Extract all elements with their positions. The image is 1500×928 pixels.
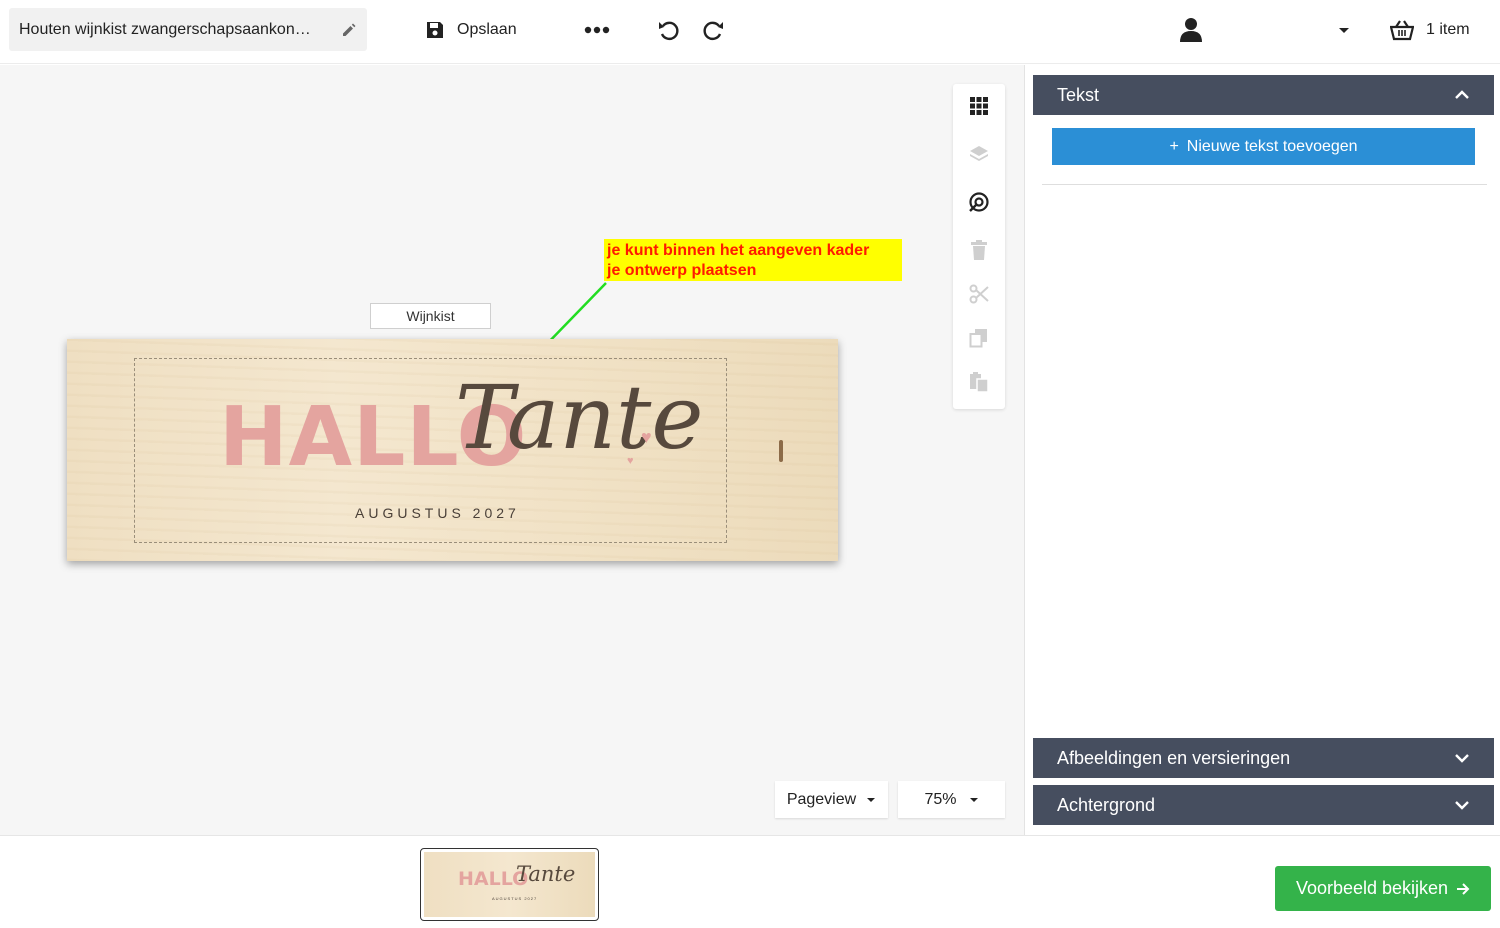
- heart-icon-small: ♥: [627, 455, 634, 467]
- preview-button[interactable]: Voorbeeld bekijken: [1275, 866, 1491, 911]
- caret-down-icon: [969, 797, 978, 802]
- layers-button[interactable]: [967, 142, 991, 166]
- cart-button[interactable]: 1 item: [1390, 14, 1470, 46]
- document-title-field[interactable]: Houten wijnkist zwangerschapsaankon…: [9, 8, 367, 51]
- more-options-button[interactable]: [582, 18, 612, 42]
- layers-icon: [970, 146, 988, 161]
- recenter-icon: [969, 192, 989, 212]
- cart-label: 1 item: [1426, 21, 1470, 38]
- caret-down-icon: [867, 797, 876, 802]
- section-label: Afbeeldingen en versieringen: [1057, 747, 1291, 768]
- paste-button[interactable]: [967, 370, 991, 394]
- preview-label: Voorbeeld bekijken: [1295, 878, 1449, 898]
- scissors-icon: [969, 284, 989, 304]
- arrow-right-icon: [1457, 882, 1470, 895]
- user-icon[interactable]: [1178, 16, 1204, 44]
- design-text-tante[interactable]: Tante: [455, 374, 703, 462]
- wood-knot: [779, 440, 783, 462]
- page-thumbnail[interactable]: HALLO Tante AUGUSTUS 2027: [420, 848, 599, 921]
- top-bar: Houten wijnkist zwangerschapsaankon… Ops…: [0, 0, 1500, 64]
- add-text-label: Nieuwe tekst toevoegen: [1186, 137, 1358, 155]
- section-header-tekst[interactable]: Tekst: [1033, 75, 1494, 115]
- caret-down-icon[interactable]: [1336, 22, 1352, 38]
- copy-icon: [969, 329, 987, 348]
- design-text-date[interactable]: AUGUSTUS 2027: [355, 505, 520, 521]
- grid-button[interactable]: [967, 94, 991, 118]
- annotation-line-1: je kunt binnen het aangeven kader: [607, 242, 870, 259]
- zoom-dropdown[interactable]: 75%: [898, 781, 1005, 818]
- recenter-button[interactable]: [967, 190, 991, 214]
- delete-button[interactable]: [967, 238, 991, 262]
- view-mode-label: Pageview: [786, 790, 857, 808]
- save-label: Opslaan: [457, 21, 517, 38]
- heart-icon: ♥: [641, 427, 652, 447]
- zoom-label: 75%: [924, 790, 957, 808]
- wine-box-board[interactable]: HALLO Tante ♥ ♥ AUGUSTUS 2027: [67, 339, 838, 561]
- canvas-toolbox: [953, 84, 1005, 409]
- grid-icon: [970, 97, 988, 115]
- basket-icon: [1390, 20, 1414, 41]
- properties-panel: Tekst + Nieuwe tekst toevoegen Afbeeldin…: [1024, 65, 1500, 835]
- bottom-bar: HALLO Tante AUGUSTUS 2027 Voorbeeld beki…: [0, 835, 1500, 928]
- view-mode-dropdown[interactable]: Pageview: [775, 781, 888, 818]
- document-title: Houten wijnkist zwangerschapsaankon…: [19, 20, 311, 38]
- section-header-achtergrond[interactable]: Achtergrond: [1033, 785, 1494, 825]
- thumbnail-text-tante: Tante: [516, 862, 576, 886]
- redo-icon[interactable]: [700, 17, 726, 43]
- chevron-down-icon: [1455, 801, 1469, 810]
- section-label: Tekst: [1057, 84, 1100, 105]
- product-label: Wijnkist: [370, 303, 491, 329]
- pencil-icon[interactable]: [341, 22, 357, 38]
- ellipsis-icon: [584, 26, 610, 34]
- paste-icon: [970, 372, 989, 392]
- add-text-button[interactable]: + Nieuwe tekst toevoegen: [1052, 128, 1475, 165]
- instruction-annotation: je kunt binnen het aangeven kader je ont…: [604, 239, 902, 281]
- annotation-line-2: je ontwerp plaatsen: [607, 262, 757, 279]
- chevron-down-icon: [1455, 754, 1469, 763]
- thumbnail-text-date: AUGUSTUS 2027: [492, 896, 538, 901]
- plus-icon: +: [1169, 137, 1179, 155]
- copy-button[interactable]: [967, 326, 991, 350]
- trash-icon: [971, 240, 987, 260]
- section-header-afbeeldingen[interactable]: Afbeeldingen en versieringen: [1033, 738, 1494, 778]
- undo-icon[interactable]: [656, 17, 682, 43]
- section-label: Achtergrond: [1057, 794, 1156, 815]
- cut-button[interactable]: [967, 282, 991, 306]
- thumbnail-image: HALLO Tante AUGUSTUS 2027: [424, 852, 595, 917]
- chevron-up-icon: [1455, 90, 1469, 99]
- save-button[interactable]: Opslaan: [425, 14, 517, 46]
- divider: [1042, 184, 1487, 185]
- floppy-disk-icon: [427, 22, 443, 38]
- design-canvas-area: Wijnkist je kunt binnen het aangeven kad…: [0, 65, 1024, 835]
